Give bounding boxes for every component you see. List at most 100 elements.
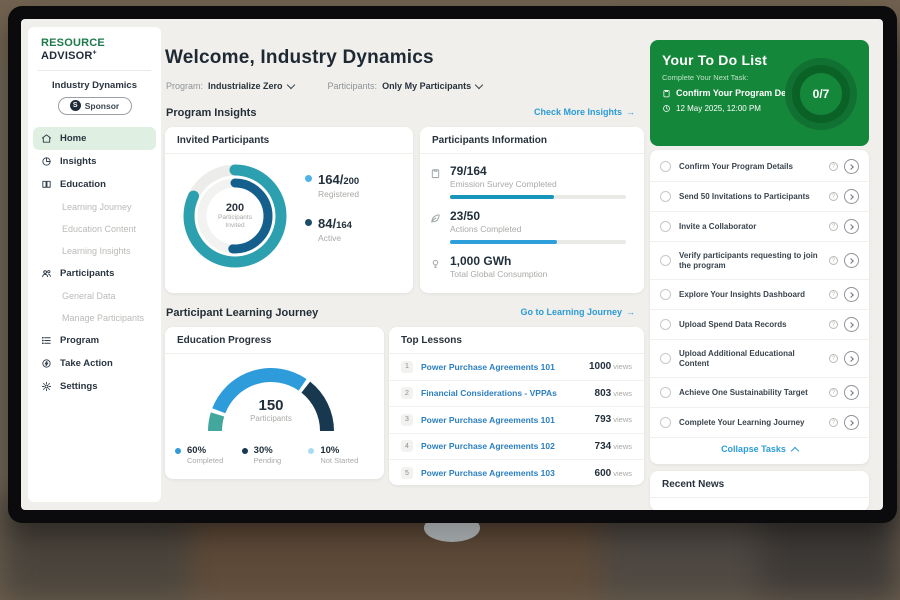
task-checkbox[interactable] [660, 387, 671, 398]
sidebar-item-program[interactable]: Program [28, 329, 161, 352]
task-info-icon[interactable]: ? [829, 354, 838, 363]
page-title: Welcome, Industry Dynamics [165, 47, 434, 69]
app-logo: RESOURCE ADVISOR+ [28, 27, 161, 70]
donut-center-label: Invited [225, 222, 244, 230]
sponsor-badge[interactable]: S Sponsor [58, 97, 132, 115]
sidebar-item-learning-insights[interactable]: Learning Insights [28, 240, 161, 262]
legend-value: 60% [187, 445, 242, 456]
legend-value: 30% [254, 445, 309, 456]
task-info-icon[interactable]: ? [829, 222, 838, 231]
lesson-title-link[interactable]: Power Purchase Agreements 102 [421, 441, 593, 451]
task-chevron-button[interactable] [844, 287, 859, 302]
sidebar-item-label: Learning Insights [62, 246, 131, 256]
legend-dot [305, 219, 312, 226]
stat-actions-completed: 23/50 Actions Completed [420, 199, 644, 244]
check-more-insights-link[interactable]: Check More Insights → [534, 107, 635, 117]
task-chevron-button[interactable] [844, 317, 859, 332]
legend-dot [305, 175, 312, 182]
legend-total: 200 [343, 176, 359, 187]
task-info-icon[interactable]: ? [829, 388, 838, 397]
task-info-icon[interactable]: ? [829, 192, 838, 201]
card-title: Top Lessons [389, 327, 644, 354]
task-chevron-button[interactable] [844, 253, 859, 268]
todo-tasks-card: Confirm Your Program Details ? Send 50 I… [650, 150, 869, 464]
task-chevron-button[interactable] [844, 159, 859, 174]
legend-dot [242, 448, 248, 454]
program-dropdown[interactable]: Program: Industrialize Zero [166, 81, 294, 91]
collapse-label: Collapse Tasks [721, 444, 786, 454]
lesson-row: 5 Power Purchase Agreements 103 600views [389, 460, 644, 487]
task-checkbox[interactable] [660, 417, 671, 428]
sidebar-item-general-data[interactable]: General Data [28, 285, 161, 307]
participants-icon [41, 268, 52, 279]
lesson-title-link[interactable]: Financial Considerations - VPPAs [421, 388, 593, 398]
lesson-row: 2 Financial Considerations - VPPAs 803vi… [389, 381, 644, 408]
lesson-views: 600 [595, 468, 612, 479]
recent-news-card: Recent News [650, 471, 869, 510]
stat-global-consumption: 1,000 GWh Total Global Consumption [420, 244, 644, 279]
lesson-rank: 4 [401, 440, 413, 452]
task-checkbox[interactable] [660, 191, 671, 202]
task-info-icon[interactable]: ? [829, 418, 838, 427]
participants-dropdown[interactable]: Participants: Only My Participants [328, 81, 483, 91]
task-checkbox[interactable] [660, 353, 671, 364]
sidebar-item-label: Participants [60, 268, 114, 279]
dashboard-screen: RESOURCE ADVISOR+ Industry Dynamics S Sp… [21, 19, 883, 510]
task-label: Achieve One Sustainability Target [679, 388, 825, 398]
settings-icon [41, 381, 52, 392]
task-chevron-button[interactable] [844, 415, 859, 430]
gauge-center-label: Participants [191, 414, 351, 423]
sidebar-item-home[interactable]: Home [33, 127, 156, 150]
sidebar-item-insights[interactable]: Insights [28, 150, 161, 173]
link-label: Check More Insights [534, 107, 622, 117]
chevron-down-icon [286, 80, 294, 88]
legend-item-active: 84/164 Active [305, 215, 359, 243]
task-checkbox[interactable] [660, 221, 671, 232]
task-info-icon[interactable]: ? [829, 320, 838, 329]
lesson-title-link[interactable]: Power Purchase Agreements 103 [421, 468, 593, 478]
participants-label: Participants: [328, 81, 378, 91]
task-chevron-button[interactable] [844, 219, 859, 234]
home-icon [41, 133, 52, 144]
task-checkbox[interactable] [660, 255, 671, 266]
invited-participants-card: Invited Participants 200 Participants In… [165, 127, 413, 293]
task-checkbox[interactable] [660, 161, 671, 172]
lesson-title-link[interactable]: Power Purchase Agreements 101 [421, 362, 587, 372]
logo-part-2: ADVISOR [41, 50, 93, 62]
task-info-icon[interactable]: ? [829, 290, 838, 299]
task-chevron-button[interactable] [844, 189, 859, 204]
sidebar-item-education[interactable]: Education [28, 173, 161, 196]
sidebar-item-take-action[interactable]: Take Action [28, 352, 161, 375]
section-title-program-insights: Program Insights [166, 107, 256, 119]
task-chevron-button[interactable] [844, 385, 859, 400]
legend-item-completed: 60% Completed [175, 445, 242, 465]
views-label: views [613, 469, 632, 478]
program-value: Industrialize Zero [208, 81, 283, 91]
task-info-icon[interactable]: ? [829, 256, 838, 265]
sidebar-item-manage-participants[interactable]: Manage Participants [28, 307, 161, 329]
task-checkbox[interactable] [660, 289, 671, 300]
task-checkbox[interactable] [660, 319, 671, 330]
sidebar-item-education-content[interactable]: Education Content [28, 218, 161, 240]
lesson-rank: 2 [401, 387, 413, 399]
sidebar-item-learning-journey[interactable]: Learning Journey [28, 196, 161, 218]
task-info-icon[interactable]: ? [829, 162, 838, 171]
bulb-icon [430, 258, 441, 269]
views-label: views [613, 389, 632, 398]
stat-value: 79/164 [450, 164, 630, 178]
sidebar-item-label: Manage Participants [62, 313, 144, 323]
sidebar-item-participants[interactable]: Participants [28, 262, 161, 285]
lesson-views: 803 [595, 388, 612, 399]
lesson-row: 4 Power Purchase Agreements 102 734views [389, 434, 644, 461]
stat-value: 23/50 [450, 209, 630, 223]
task-chevron-button[interactable] [844, 351, 859, 366]
todo-due-label: 12 May 2025, 12:00 PM [676, 104, 761, 113]
stat-label: Emission Survey Completed [450, 179, 630, 189]
go-to-learning-journey-link[interactable]: Go to Learning Journey → [520, 307, 635, 317]
education-gauge-chart: 150 Participants [191, 353, 351, 441]
lesson-title-link[interactable]: Power Purchase Agreements 101 [421, 415, 593, 425]
sidebar-item-settings[interactable]: Settings [28, 375, 161, 398]
collapse-tasks-link[interactable]: Collapse Tasks [650, 438, 869, 460]
legend-label: Registered [318, 189, 359, 199]
task-label: Verify participants requesting to join t… [679, 251, 825, 271]
